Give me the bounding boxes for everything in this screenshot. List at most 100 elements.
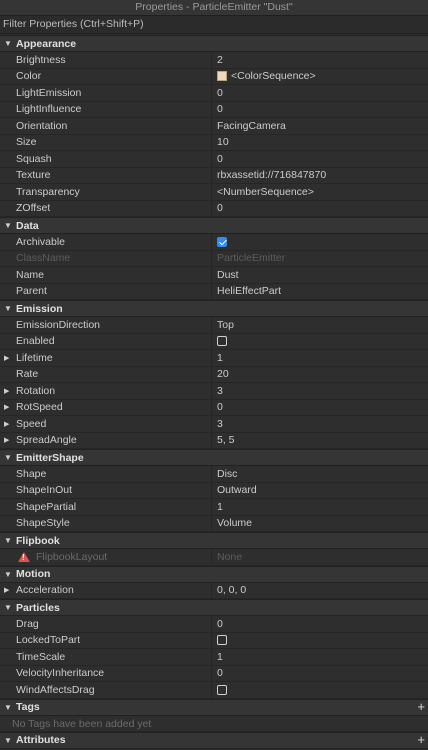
expand-arrow-icon[interactable]: ▶	[0, 420, 13, 428]
property-label: LightEmission	[16, 86, 82, 99]
collapse-arrow-icon[interactable]: ▼	[0, 304, 16, 313]
property-value[interactable]: 10	[212, 135, 428, 151]
section-appearance[interactable]: ▼ Appearance	[0, 35, 428, 52]
property-value[interactable]	[212, 633, 428, 649]
property-row-light-influence[interactable]: LightInfluence 0	[0, 101, 428, 118]
archivable-checkbox[interactable]	[217, 236, 227, 247]
property-value[interactable]: 3	[212, 383, 428, 399]
property-value[interactable]: 0	[212, 201, 428, 217]
property-row-texture[interactable]: Texture rbxassetid://716847870	[0, 167, 428, 184]
property-row-wind-affects-drag[interactable]: WindAffectsDrag	[0, 682, 428, 699]
collapse-arrow-icon[interactable]: ▼	[0, 39, 16, 48]
add-tags-button[interactable]: +	[417, 699, 425, 714]
property-row-transparency[interactable]: Transparency <NumberSequence>	[0, 184, 428, 201]
property-value[interactable]: 0	[212, 85, 428, 101]
property-row-shape-partial[interactable]: ShapePartial 1	[0, 499, 428, 516]
property-value[interactable]: rbxassetid://716847870	[212, 168, 428, 184]
section-tags[interactable]: ▼ Tags +	[0, 698, 428, 716]
property-value[interactable]	[212, 334, 428, 350]
property-value[interactable]: 3	[212, 416, 428, 432]
property-row-brightness[interactable]: Brightness 2	[0, 52, 428, 69]
property-row-orientation[interactable]: Orientation FacingCamera	[0, 118, 428, 135]
color-swatch[interactable]	[217, 71, 227, 82]
property-value[interactable]: Outward	[212, 483, 428, 499]
property-row-parent[interactable]: Parent HeliEffectPart	[0, 283, 428, 300]
enabled-checkbox[interactable]	[217, 336, 227, 347]
property-value-text: 0	[217, 667, 223, 680]
property-value[interactable]: Volume	[212, 516, 428, 532]
collapse-arrow-icon[interactable]: ▼	[0, 703, 16, 712]
property-row-color[interactable]: Color <ColorSequence>	[0, 68, 428, 85]
property-row-spread-angle[interactable]: ▶ SpreadAngle 5, 5	[0, 432, 428, 449]
property-row-rot-speed[interactable]: ▶ RotSpeed 0	[0, 399, 428, 416]
property-row-shape[interactable]: Shape Disc	[0, 466, 428, 483]
property-value[interactable]: 0	[212, 102, 428, 118]
collapse-arrow-icon[interactable]: ▼	[0, 570, 16, 579]
property-row-time-scale[interactable]: TimeScale 1	[0, 649, 428, 666]
property-row-drag[interactable]: Drag 0	[0, 616, 428, 633]
property-value[interactable]: 0, 0, 0	[212, 583, 428, 599]
property-value[interactable]: HeliEffectPart	[212, 284, 428, 300]
filter-properties-input[interactable]: Filter Properties (Ctrl+Shift+P)	[0, 16, 428, 34]
property-row-archivable[interactable]: Archivable	[0, 234, 428, 251]
property-row-rotation[interactable]: ▶ Rotation 3	[0, 383, 428, 400]
property-value[interactable]: 1	[212, 350, 428, 366]
property-value[interactable]: <ColorSequence>	[212, 69, 428, 85]
collapse-arrow-icon[interactable]: ▼	[0, 603, 16, 612]
add-attributes-button[interactable]: +	[417, 732, 425, 747]
property-value[interactable]: 2	[212, 52, 428, 68]
property-value[interactable]: 1	[212, 649, 428, 665]
section-emission[interactable]: ▼ Emission	[0, 300, 428, 317]
property-value[interactable]: 5, 5	[212, 433, 428, 449]
property-row-rate[interactable]: Rate 20	[0, 366, 428, 383]
expand-arrow-icon[interactable]: ▶	[0, 354, 13, 362]
expand-arrow-icon[interactable]: ▶	[0, 403, 13, 411]
property-row-emission-direction[interactable]: EmissionDirection Top	[0, 317, 428, 334]
property-value[interactable]: Top	[212, 317, 428, 333]
property-row-enabled[interactable]: Enabled	[0, 333, 428, 350]
property-value[interactable]: 0	[212, 151, 428, 167]
property-row-light-emission[interactable]: LightEmission 0	[0, 85, 428, 102]
property-row-squash[interactable]: Squash 0	[0, 151, 428, 168]
property-row-shape-in-out[interactable]: ShapeInOut Outward	[0, 482, 428, 499]
property-value[interactable]	[212, 234, 428, 250]
property-row-size[interactable]: Size 10	[0, 134, 428, 151]
collapse-arrow-icon[interactable]: ▼	[0, 536, 16, 545]
property-row-acceleration[interactable]: ▶ Acceleration 0, 0, 0	[0, 582, 428, 599]
expand-arrow-icon[interactable]: ▶	[0, 387, 13, 395]
property-value[interactable]: 0	[212, 616, 428, 632]
collapse-arrow-icon[interactable]: ▼	[0, 736, 16, 745]
section-emitter-shape[interactable]: ▼ EmitterShape	[0, 449, 428, 466]
property-value-text: Dust	[217, 268, 239, 281]
property-value[interactable]	[212, 682, 428, 698]
property-value[interactable]: 0	[212, 666, 428, 682]
property-row-locked-to-part[interactable]: LockedToPart	[0, 632, 428, 649]
locked-to-part-checkbox[interactable]	[217, 635, 227, 646]
property-value[interactable]: FacingCamera	[212, 118, 428, 134]
property-row-flipbook-layout[interactable]: FlipbookLayout None	[0, 549, 428, 566]
expand-arrow-icon[interactable]: ▶	[0, 586, 13, 594]
property-row-lifetime[interactable]: ▶ Lifetime 1	[0, 350, 428, 367]
collapse-arrow-icon[interactable]: ▼	[0, 453, 16, 462]
property-row-shape-style[interactable]: ShapeStyle Volume	[0, 515, 428, 532]
expand-arrow-icon[interactable]: ▶	[0, 436, 13, 444]
property-row-velocity-inheritance[interactable]: VelocityInheritance 0	[0, 665, 428, 682]
property-value[interactable]: 1	[212, 499, 428, 515]
property-row-zoffset[interactable]: ZOffset 0	[0, 200, 428, 217]
collapse-arrow-icon[interactable]: ▼	[0, 221, 16, 230]
property-value-text: 0	[217, 401, 223, 414]
section-flipbook[interactable]: ▼ Flipbook	[0, 532, 428, 549]
property-value[interactable]: Dust	[212, 267, 428, 283]
section-motion[interactable]: ▼ Motion	[0, 565, 428, 583]
section-particles[interactable]: ▼ Particles	[0, 599, 428, 616]
property-row-class-name[interactable]: ClassName ParticleEmitter	[0, 250, 428, 267]
section-attributes[interactable]: ▼ Attributes +	[0, 731, 428, 749]
section-data[interactable]: ▼ Data	[0, 217, 428, 234]
property-row-name[interactable]: Name Dust	[0, 267, 428, 284]
property-value[interactable]: <NumberSequence>	[212, 184, 428, 200]
property-value[interactable]: 20	[212, 367, 428, 383]
wind-affects-drag-checkbox[interactable]	[217, 684, 227, 695]
property-value[interactable]: 0	[212, 400, 428, 416]
property-row-speed[interactable]: ▶ Speed 3	[0, 416, 428, 433]
property-value[interactable]: Disc	[212, 466, 428, 482]
